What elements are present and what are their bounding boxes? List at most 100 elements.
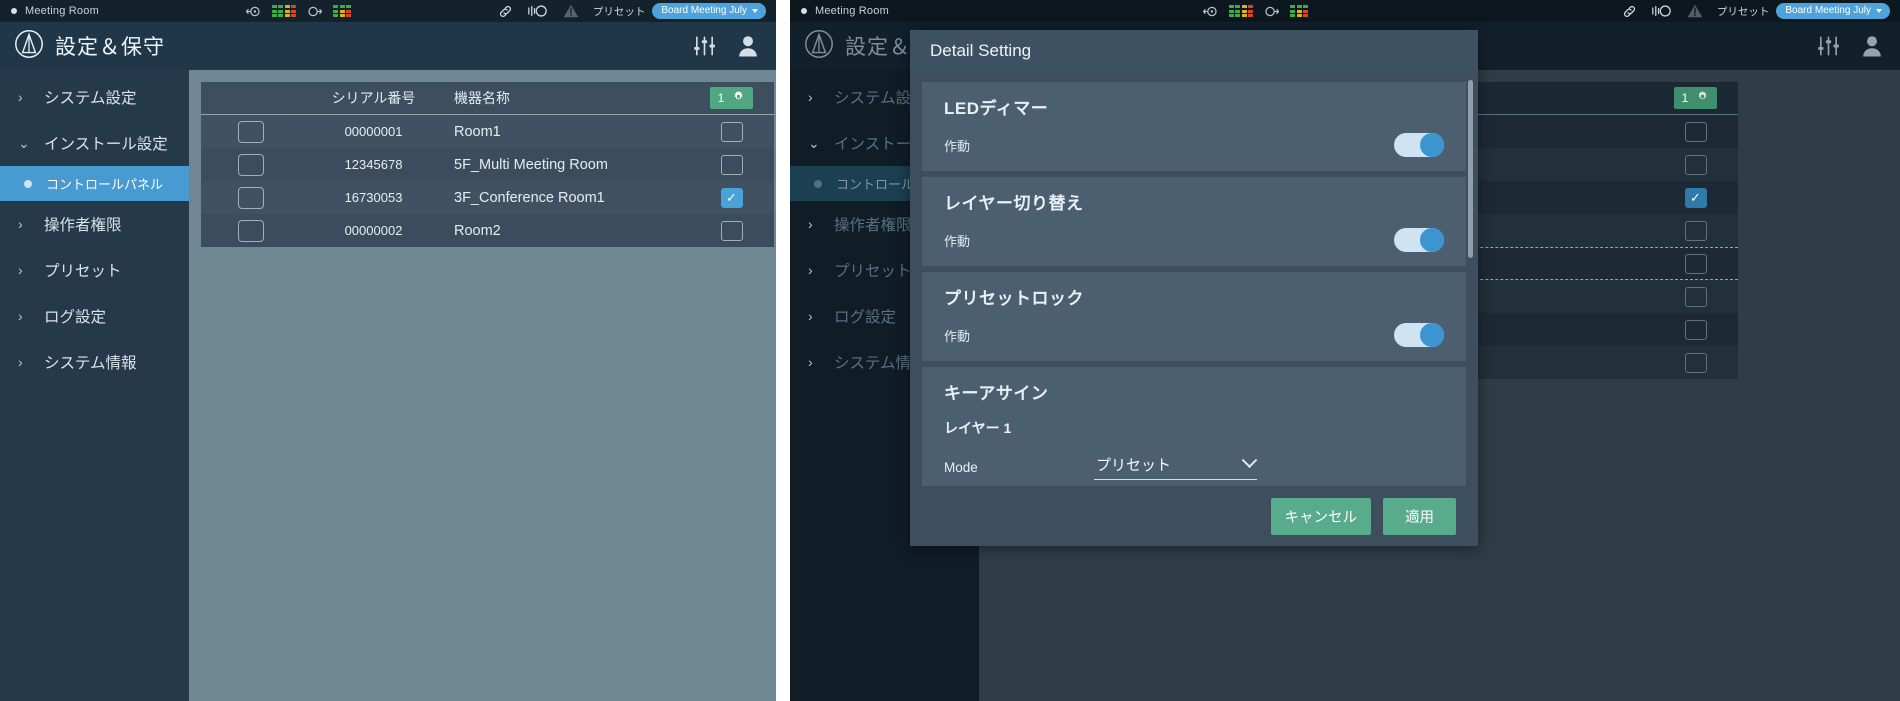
page-title: 設定＆保守 (55, 36, 165, 59)
sidebar-item-label: ログ設定 (44, 309, 107, 326)
led-dimmer-toggle[interactable] (1394, 133, 1444, 157)
sidebar-item-log-settings[interactable]: › ログ設定 (0, 293, 189, 339)
user-icon[interactable] (1862, 35, 1882, 57)
row-enable-checkbox[interactable] (1684, 220, 1707, 241)
section-row-label: 作動 (944, 138, 971, 154)
status-room-name: Meeting Room (25, 5, 99, 17)
preset-label: プリセット (592, 5, 646, 18)
app-window-right: Meeting Room プリセット Board Meeting July 設定… (790, 0, 1900, 701)
link-icon[interactable] (1622, 4, 1637, 19)
preset-lock-toggle[interactable] (1394, 323, 1444, 347)
table-row[interactable]: 00000002 Room2 (201, 214, 774, 247)
column-header-serial: シリアル番号 (331, 90, 416, 106)
mode-label: Mode (944, 459, 978, 475)
chevron-right-icon: › (808, 89, 813, 105)
settings-badge[interactable]: 1 (709, 87, 754, 109)
sidebar-item-label: インストール設定 (44, 136, 168, 153)
row-enable-checkbox[interactable]: ✓ (1684, 187, 1707, 208)
preset-pill[interactable]: Board Meeting July (1776, 2, 1890, 20)
row-enable-checkbox[interactable] (720, 121, 743, 142)
app-header: 設定＆保守 (0, 22, 776, 70)
table-row[interactable]: 00000001 Room1 (201, 115, 774, 148)
apply-button[interactable]: 適用 (1383, 497, 1456, 535)
status-bar: Meeting Room プリセット Board Meeting July (790, 0, 1900, 22)
sidebar-item-system-info[interactable]: › システム情報 (0, 339, 189, 385)
section-preset-lock: プリセットロック 作動 (922, 272, 1466, 361)
row-enable-checkbox[interactable] (720, 154, 743, 175)
table-row[interactable]: 12345678 5F_Multi Meeting Room (201, 148, 774, 181)
output-level-leds (1290, 5, 1309, 17)
speaker-icon[interactable] (1651, 4, 1673, 18)
chevron-right-icon: › (808, 308, 813, 324)
preset-label: プリセット (1716, 5, 1770, 18)
audio-technica-logo-icon (804, 29, 834, 64)
sidebar-item-label: プリセット (834, 263, 912, 280)
row-enable-checkbox[interactable]: ✓ (720, 187, 743, 208)
user-icon[interactable] (738, 35, 758, 57)
header-icons (1817, 35, 1882, 57)
sidebar-item-operator-permissions[interactable]: › 操作者権限 (0, 201, 189, 247)
layer-switch-toggle[interactable] (1394, 228, 1444, 252)
chevron-down-icon: ⌄ (808, 134, 820, 151)
settings-badge[interactable]: 1 (1673, 87, 1718, 109)
chevron-right-icon: › (808, 216, 813, 232)
sidebar-item-label: 操作者権限 (834, 217, 912, 234)
preset-value: Board Meeting July (661, 5, 747, 17)
chevron-right-icon: › (18, 216, 23, 232)
row-enable-checkbox[interactable] (720, 220, 743, 241)
link-icon[interactable] (498, 4, 513, 19)
sliders-icon[interactable] (1817, 35, 1840, 57)
settings-badge-count: 1 (1681, 91, 1689, 105)
gear-icon (1696, 90, 1709, 106)
dialog-footer: キャンセル 適用 (910, 486, 1478, 546)
status-room-name: Meeting Room (815, 5, 889, 17)
dialog-scrollbar[interactable] (1468, 80, 1473, 258)
row-enable-checkbox[interactable] (1684, 121, 1707, 142)
preset-pill[interactable]: Board Meeting July (652, 2, 766, 20)
detail-setting-dialog: Detail Setting LEDディマー 作動 レイヤー切り替え 作動 プリ… (910, 30, 1478, 546)
cell-serial: 12345678 (344, 157, 403, 172)
sidebar-item-install-settings[interactable]: ⌄ インストール設定 (0, 120, 189, 166)
row-select-checkbox[interactable] (238, 120, 264, 143)
row-enable-checkbox[interactable] (1684, 154, 1707, 175)
dialog-title: Detail Setting (910, 30, 1478, 72)
row-select-checkbox[interactable] (238, 153, 264, 176)
chevron-down-icon: ⌄ (18, 134, 30, 151)
mode-select[interactable]: プリセット (1094, 452, 1258, 480)
chevron-down-icon (1241, 452, 1258, 469)
row-enable-checkbox[interactable] (1684, 286, 1707, 307)
section-title: レイヤー切り替え (944, 194, 1084, 213)
caret-down-icon (1876, 8, 1882, 13)
input-level-leds (271, 5, 297, 17)
row-select-checkbox[interactable] (238, 219, 264, 242)
warning-triangle-icon[interactable] (1687, 4, 1703, 18)
input-arrow-icon (245, 4, 261, 19)
caret-down-icon (752, 8, 758, 13)
gear-icon (732, 90, 745, 106)
table-row[interactable]: 16730053 3F_Conference Room1 ✓ (201, 181, 774, 214)
input-level-leds (1228, 5, 1254, 17)
row-enable-checkbox[interactable] (1684, 319, 1707, 340)
preset-selector[interactable]: プリセット Board Meeting July (1716, 2, 1890, 20)
screenshot-stage: Meeting Room プリセット Board Meeting July 設定… (0, 0, 1900, 701)
sidebar-item-label: システム情報 (44, 355, 137, 372)
warning-triangle-icon[interactable] (563, 4, 579, 18)
sidebar-item-system-settings[interactable]: › システム設定 (0, 74, 189, 120)
bullet-icon (24, 179, 32, 188)
row-enable-checkbox[interactable] (1684, 253, 1707, 274)
sliders-icon[interactable] (693, 35, 716, 57)
sidebar-item-control-panel[interactable]: コントロールパネル (0, 166, 189, 201)
cell-serial: 00000002 (344, 223, 403, 238)
section-key-assign: キーアサイン レイヤー 1 Mode プリセット ボタン Left Pre (922, 367, 1466, 486)
row-select-checkbox[interactable] (238, 186, 264, 209)
speaker-icon[interactable] (527, 4, 549, 18)
cancel-button[interactable]: キャンセル (1270, 497, 1371, 535)
input-arrow-icon (1202, 4, 1218, 19)
preset-selector[interactable]: プリセット Board Meeting July (592, 2, 766, 20)
row-enable-checkbox[interactable] (1684, 352, 1707, 373)
sidebar-item-preset[interactable]: › プリセット (0, 247, 189, 293)
cell-serial: 16730053 (344, 190, 403, 205)
cell-name: 3F_Conference Room1 (454, 189, 605, 206)
audio-technica-logo-icon (14, 29, 44, 64)
chevron-right-icon: › (18, 354, 23, 370)
